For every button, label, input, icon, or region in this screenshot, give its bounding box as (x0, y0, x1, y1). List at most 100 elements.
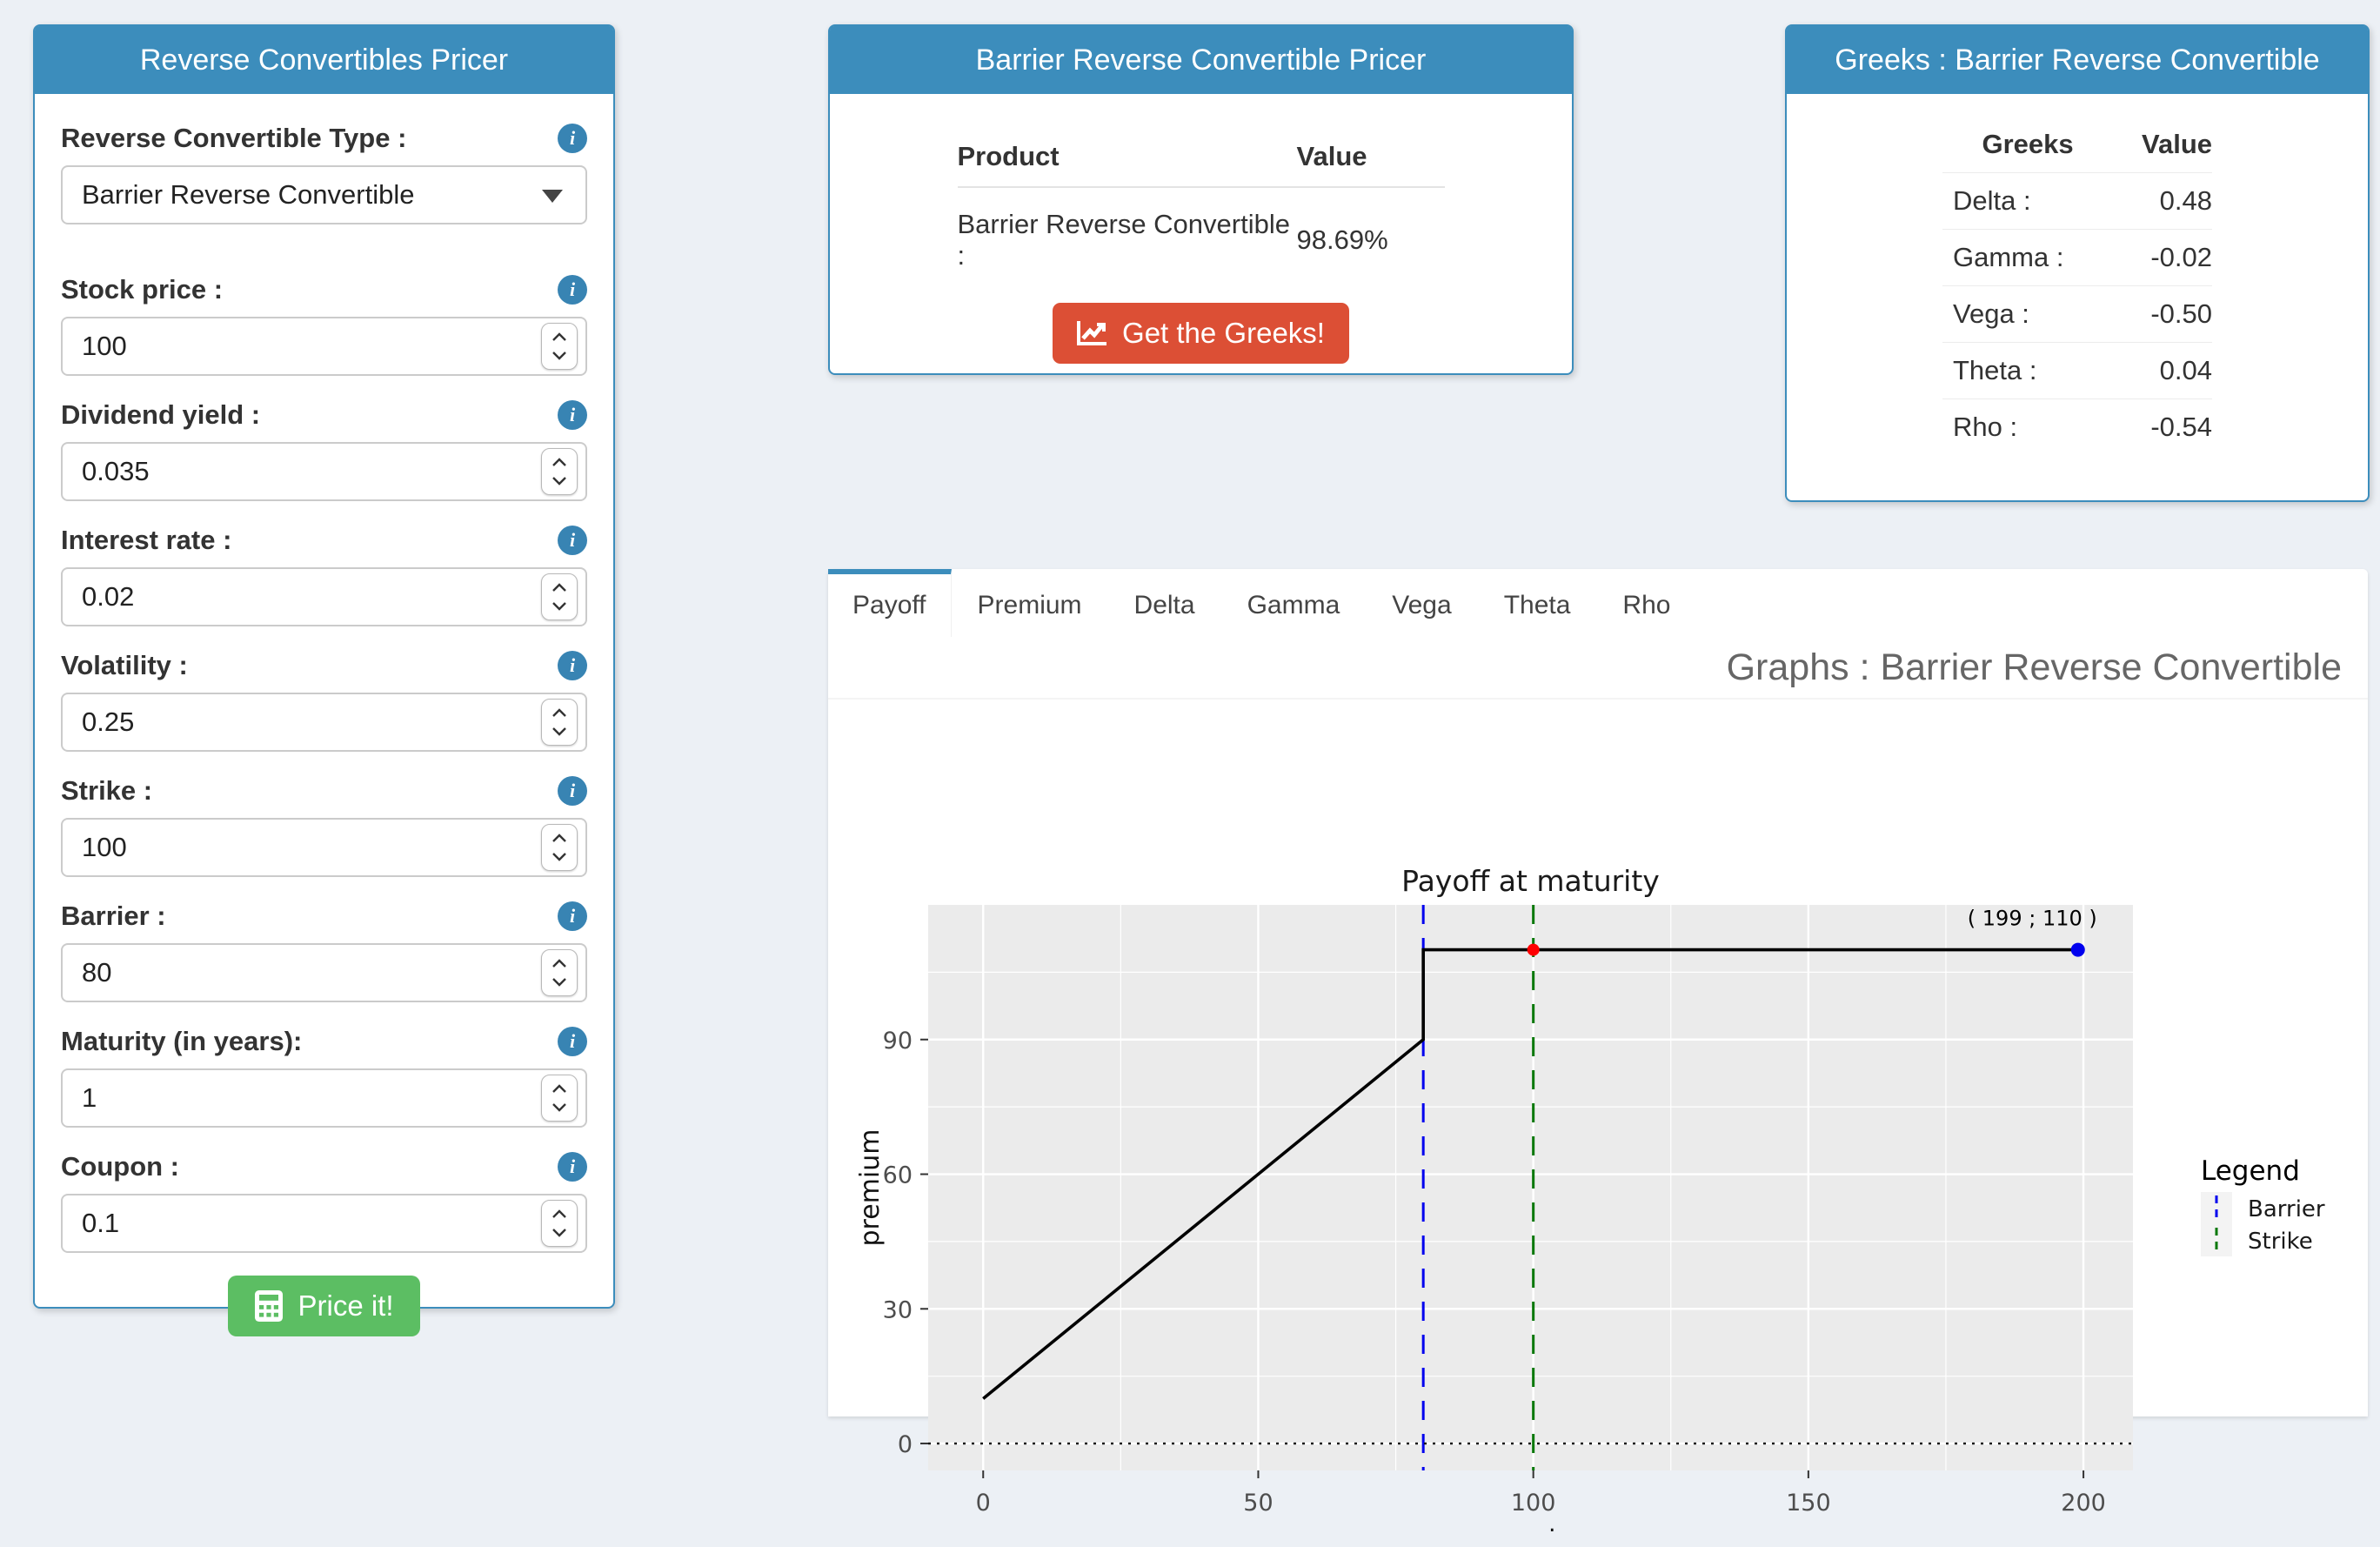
table-row: Barrier Reverse Convertible : 98.69% (958, 187, 1445, 271)
info-icon[interactable]: i (558, 1027, 587, 1056)
info-icon[interactable]: i (558, 1152, 587, 1182)
info-icon[interactable]: i (558, 275, 587, 305)
x-tick-label: 100 (1511, 1490, 1556, 1517)
strike-marker (1528, 944, 1540, 956)
chevron-down-icon (542, 190, 563, 203)
spinner-up-icon[interactable] (552, 583, 567, 593)
spinner-up-icon[interactable] (552, 458, 567, 467)
interest-rate-input[interactable]: 0.02 (61, 567, 587, 626)
field-interest-rate: Interest rate :i0.02 (61, 524, 587, 626)
volatility-input[interactable]: 0.25 (61, 693, 587, 752)
spinner-down-icon[interactable] (552, 476, 567, 486)
spinner-down-icon[interactable] (552, 601, 567, 611)
price-table-header-product: Product (958, 141, 1297, 187)
greek-value: -0.50 (2113, 286, 2212, 343)
info-icon[interactable]: i (558, 651, 587, 680)
field-strike: Strike :i 100 (61, 774, 587, 877)
number-spinner[interactable] (541, 949, 578, 996)
tab-payoff[interactable]: Payoff (828, 569, 952, 637)
payoff-chart: ( 199 ; 110 )0501001502000306090spotprem… (854, 835, 2368, 1531)
strike-value: 100 (82, 832, 127, 863)
spinner-down-icon[interactable] (552, 351, 567, 360)
barrier-reverse-convertible-pricer-panel: Barrier Reverse Convertible Pricer Produ… (828, 24, 1574, 375)
number-spinner[interactable] (541, 699, 578, 746)
panel-title: Barrier Reverse Convertible Pricer (830, 26, 1572, 94)
info-icon[interactable]: i (558, 400, 587, 430)
tab-premium[interactable]: Premium (952, 569, 1108, 637)
coupon-input[interactable]: 0.1 (61, 1194, 587, 1253)
spinner-down-icon[interactable] (552, 852, 567, 861)
get-the-greeks-button[interactable]: Get the Greeks! (1053, 303, 1349, 364)
x-tick-label: 50 (1243, 1490, 1273, 1517)
spinner-up-icon[interactable] (552, 959, 567, 968)
coupon-label: Coupon : (61, 1150, 179, 1183)
tab-vega[interactable]: Vega (1366, 569, 1477, 637)
y-tick-label: 60 (883, 1162, 913, 1189)
y-tick-label: 30 (883, 1296, 913, 1323)
spinner-down-icon[interactable] (552, 1102, 567, 1112)
spinner-up-icon[interactable] (552, 332, 567, 342)
spinner-down-icon[interactable] (552, 1228, 567, 1237)
spinner-down-icon[interactable] (552, 977, 567, 987)
price-it-button[interactable]: Price it! (228, 1276, 419, 1336)
number-spinner[interactable] (541, 1200, 578, 1247)
dividend-yield-input[interactable]: 0.035 (61, 442, 587, 501)
greeks-table-row: Gamma :-0.02 (1942, 230, 2212, 286)
greek-name: Rho : (1942, 399, 2113, 456)
tab-delta[interactable]: Delta (1108, 569, 1221, 637)
greek-name: Delta : (1942, 173, 2113, 230)
tab-rho[interactable]: Rho (1596, 569, 1696, 637)
interest-rate-value: 0.02 (82, 581, 134, 613)
greeks-table-row: Delta :0.48 (1942, 173, 2212, 230)
strike-input[interactable]: 100 (61, 818, 587, 877)
volatility-label: Volatility : (61, 649, 188, 682)
info-icon[interactable]: i (558, 124, 587, 153)
field-label-row: Dividend yield : i (61, 398, 587, 432)
product-value: 98.69% (1297, 187, 1445, 271)
number-spinner[interactable] (541, 824, 578, 871)
stock-price-input[interactable]: 100 (61, 317, 587, 376)
tab-theta[interactable]: Theta (1478, 569, 1597, 637)
spinner-down-icon[interactable] (552, 727, 567, 736)
spinner-up-icon[interactable] (552, 1209, 567, 1219)
info-icon[interactable]: i (558, 901, 587, 931)
reverse-convertibles-pricer-panel: Reverse Convertibles Pricer Reverse Conv… (33, 24, 615, 1309)
maturity-in-years-input[interactable]: 1 (61, 1068, 587, 1128)
greeks-table-header-value: Value (2113, 129, 2212, 173)
field-volatility: Volatility : i 0.25 (61, 649, 587, 752)
spinner-up-icon[interactable] (552, 708, 567, 718)
graphs-title-row: Graphs : Barrier Reverse Convertible (828, 637, 2368, 700)
field-label-row: Volatility : i (61, 649, 587, 682)
number-spinner[interactable] (541, 448, 578, 495)
spinner-up-icon[interactable] (552, 1084, 567, 1094)
x-tick-label: 0 (976, 1490, 991, 1517)
greek-value: -0.02 (2113, 230, 2212, 286)
x-tick-label: 150 (1786, 1490, 1831, 1517)
number-spinner[interactable] (541, 573, 578, 620)
y-tick-label: 90 (883, 1028, 913, 1055)
field-label-row: Strike :i (61, 774, 587, 807)
number-spinner[interactable] (541, 323, 578, 370)
coupon-value: 0.1 (82, 1208, 119, 1239)
tab-gamma[interactable]: Gamma (1221, 569, 1367, 637)
info-icon[interactable]: i (558, 776, 587, 806)
field-label-row: Coupon : i (61, 1150, 587, 1183)
greeks-panel: Greeks : Barrier Reverse Convertible Gre… (1785, 24, 2370, 502)
reverse-convertible-type-label: Reverse Convertible Type : (61, 122, 406, 155)
dividend-yield-value: 0.035 (82, 456, 150, 487)
info-icon[interactable]: i (558, 526, 587, 555)
x-axis-title: spot (1502, 1524, 1559, 1531)
spinner-up-icon[interactable] (552, 834, 567, 843)
maturity-in-years-value: 1 (82, 1082, 97, 1114)
barrier-input[interactable]: 80 (61, 943, 587, 1002)
pricer-form: Reverse Convertible Type : i Barrier Rever… (35, 94, 613, 1336)
price-table-header-value: Value (1297, 141, 1445, 187)
barrier-value: 80 (82, 957, 111, 988)
field-maturity-in-years: Maturity (in years):i1 (61, 1025, 587, 1128)
dividend-yield-label: Dividend yield : (61, 398, 260, 432)
field-coupon: Coupon : i 0.1 (61, 1150, 587, 1253)
number-spinner[interactable] (541, 1075, 578, 1122)
x-tick-label: 200 (2061, 1490, 2106, 1517)
y-axis-title: premium (855, 1129, 886, 1247)
reverse-convertible-type-select[interactable]: Barrier Reverse Convertible (61, 165, 587, 224)
